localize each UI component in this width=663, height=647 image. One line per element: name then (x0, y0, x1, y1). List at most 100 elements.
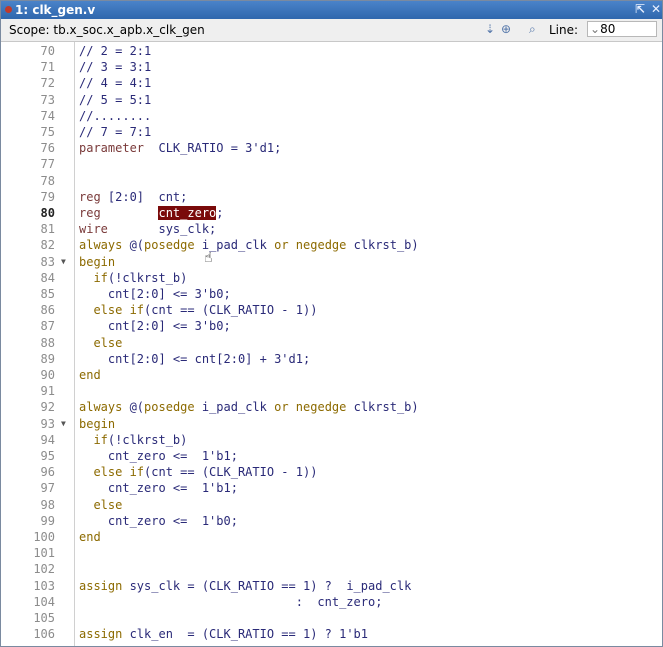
code-token: cnt_zero <= 1'b0; (79, 513, 238, 528)
code-token: CLK_RATIO = 3'd1; (144, 141, 282, 156)
line-number-input[interactable]: ⌄80 (587, 21, 657, 37)
scope-path: Scope: tb.x_soc.x_apb.x_clk_gen (9, 23, 205, 37)
code-text: begin (79, 254, 115, 270)
code-token: cnt[2:0] <= 3'b0; (79, 287, 231, 301)
restore-icon[interactable]: ⇱ (635, 2, 645, 16)
code-token: else if (93, 465, 145, 480)
code-line[interactable]: 103 assign sys_clk = (CLK_RATIO == 1) ? i… (1, 578, 662, 594)
zoom-in-icon[interactable]: ⊕ (501, 22, 511, 36)
code-text: cnt[2:0] <= cnt[2:0] + 3'd1; (79, 351, 310, 367)
scope-toolbar: Scope: tb.x_soc.x_apb.x_clk_gen ⇣ ⊕ ⌕ Li… (1, 19, 662, 42)
code-line[interactable]: 76 parameter CLK_RATIO = 3'd1; (1, 140, 662, 156)
code-text: // 3 = 3:1 (79, 59, 151, 75)
fold-toggle-icon[interactable]: ▼ (61, 416, 66, 432)
code-line[interactable]: 97 cnt_zero <= 1'b1; (1, 480, 662, 496)
code-line[interactable]: 96 else if(cnt == (CLK_RATIO - 1)) (1, 464, 662, 480)
code-line[interactable]: 79 reg [2:0] cnt; (1, 189, 662, 205)
code-token: //........ (79, 108, 152, 123)
code-line[interactable]: 81 wire sys_clk; (1, 221, 662, 237)
code-text: // 4 = 4:1 (79, 75, 151, 91)
code-line[interactable]: 102 (1, 561, 662, 577)
code-text: end (79, 529, 101, 545)
code-line[interactable]: 100 end (1, 529, 662, 545)
code-token: always (79, 400, 123, 415)
code-line[interactable]: 82 always @(posedge i_pad_clk or negedge … (1, 237, 662, 253)
code-line[interactable]: 71 // 3 = 3:1 (1, 59, 662, 75)
line-number: 91 (40, 384, 55, 399)
close-icon[interactable]: ✕ (651, 2, 661, 16)
line-number: 98 (40, 497, 55, 512)
code-line[interactable]: 95 cnt_zero <= 1'b1; (1, 448, 662, 464)
code-line[interactable]: 86 else if(cnt == (CLK_RATIO - 1)) (1, 302, 662, 318)
code-token: parameter (79, 141, 145, 156)
code-line[interactable]: 88 else (1, 335, 662, 351)
code-token: begin (79, 254, 116, 269)
goto-declaration-icon[interactable]: ⇣ (485, 22, 495, 36)
code-line[interactable]: 94 if(!clkrst_b) (1, 432, 662, 448)
code-line[interactable]: 84 if(!clkrst_b) (1, 270, 662, 286)
code-line[interactable]: 99 cnt_zero <= 1'b0; (1, 513, 662, 529)
line-number: 86 (40, 303, 55, 318)
code-text: cnt_zero <= 1'b1; (79, 448, 238, 464)
code-line[interactable]: 74 //........ (1, 108, 662, 124)
line-number: 87 (40, 319, 55, 334)
code-text: wire sys_clk; (79, 221, 216, 237)
line-number-value: 80 (600, 22, 616, 36)
title-bar[interactable]: 1: clk_gen.v ⇱ ✕ (1, 1, 662, 19)
code-line[interactable]: 72 // 4 = 4:1 (1, 75, 662, 91)
code-line[interactable]: 98 else (1, 497, 662, 513)
code-token: (cnt == (CLK_RATIO - 1)) (144, 303, 318, 318)
code-line[interactable]: 85 cnt[2:0] <= 3'b0; (1, 286, 662, 302)
code-text: //........ (79, 108, 151, 124)
code-token: // 2 = 2:1 (79, 44, 152, 58)
code-line[interactable]: 73 // 5 = 5:1 (1, 92, 662, 108)
code-line[interactable]: 78 (1, 173, 662, 189)
line-number: 85 (40, 287, 55, 301)
line-number: 94 (40, 432, 55, 447)
line-number: 102 (33, 562, 55, 577)
code-text: always @(posedge i_pad_clk or negedge cl… (79, 399, 419, 415)
code-text: cnt_zero <= 1'b1; (79, 480, 238, 496)
line-number: 77 (40, 157, 55, 172)
line-dropdown-icon[interactable]: ⌄ (590, 22, 600, 36)
line-number: 71 (40, 60, 55, 75)
code-editor[interactable]: 70 // 2 = 2:1 71 // 3 = 3:1 72 // 4 = 4:1 73 //… (1, 42, 662, 646)
code-line[interactable]: 105 (1, 610, 662, 626)
code-token: sys_clk; (107, 222, 217, 237)
code-token: ; (216, 206, 224, 220)
code-line[interactable]: 87 cnt[2:0] <= 3'b0; (1, 318, 662, 334)
code-line[interactable]: 101 (1, 545, 662, 561)
code-token: (cnt == (CLK_RATIO - 1)) (144, 465, 318, 480)
code-line[interactable]: 75 // 7 = 7:1 (1, 124, 662, 140)
code-token: wire (79, 222, 108, 237)
code-line[interactable]: 80 reg cnt_zero; (1, 205, 662, 221)
code-token: clkrst_b) (346, 238, 419, 253)
code-line[interactable]: 91 (1, 383, 662, 399)
code-token: negedge (295, 238, 347, 253)
code-token: else if (93, 303, 145, 318)
code-line[interactable]: 90 end (1, 367, 662, 383)
line-number: 101 (33, 546, 55, 561)
fold-toggle-icon[interactable]: ▼ (61, 254, 66, 270)
code-line[interactable]: 106 assign clk_en = (CLK_RATIO == 1) ? 1'… (1, 626, 662, 642)
code-token: clkrst_b) (346, 400, 419, 415)
selected-token: cnt_zero (158, 206, 217, 220)
line-number: 78 (40, 173, 55, 188)
code-text: always @(posedge i_pad_clk or negedge cl… (79, 237, 419, 253)
code-token: cnt[2:0] <= cnt[2:0] + 3'd1; (79, 351, 311, 366)
code-line[interactable]: 89 cnt[2:0] <= cnt[2:0] + 3'd1; (1, 351, 662, 367)
code-line[interactable]: 77 (1, 156, 662, 172)
code-line[interactable]: 93 ▼ begin (1, 416, 662, 432)
code-line[interactable]: 70 // 2 = 2:1 (1, 43, 662, 59)
code-line[interactable]: 83 ▼ begin (1, 254, 662, 270)
code-token: i_pad_clk (194, 400, 275, 415)
search-icon[interactable]: ⌕ (529, 22, 536, 37)
code-line[interactable]: 92 always @(posedge i_pad_clk or negedge … (1, 399, 662, 415)
code-token: posedge (144, 400, 195, 415)
line-number: 72 (40, 76, 55, 91)
code-line[interactable]: 104 : cnt_zero; (1, 594, 662, 610)
code-token: always (79, 238, 123, 253)
